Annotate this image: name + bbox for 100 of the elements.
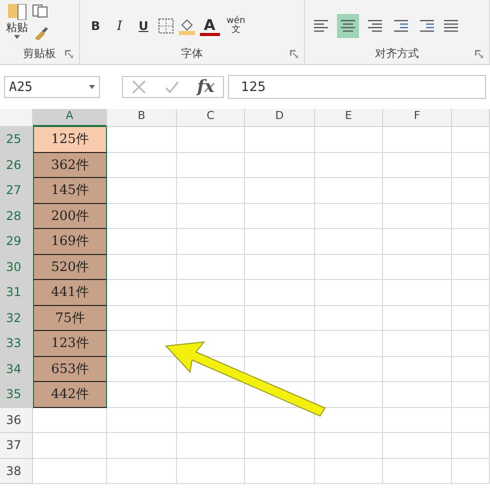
table-cell [177,458,245,484]
font-color-button[interactable]: A [200,16,220,36]
caret-icon [14,34,20,38]
table-cell [452,127,490,152]
check-icon[interactable] [164,79,180,95]
table-cell [177,229,245,254]
table-cell [383,229,452,254]
table-cell [452,204,490,229]
table-cell [315,331,383,356]
table-cell [245,178,315,204]
column-header[interactable]: C [177,109,245,127]
indent-icon [418,19,434,33]
row-header[interactable]: 34 [0,356,33,382]
dialog-launcher-icon[interactable] [290,50,298,58]
indent-icon [392,19,408,33]
table-cell [107,382,177,408]
table-cell [452,433,490,458]
table-cell: 145件 [33,178,107,204]
row-header[interactable]: 33 [0,331,33,356]
table-cell [177,254,245,280]
table-cell [177,152,245,178]
column-header[interactable]: D [245,109,315,127]
table-cell [452,152,490,178]
row-header[interactable]: 28 [0,204,33,229]
table-cell [383,408,452,433]
column-header[interactable]: F [383,109,452,127]
table-cell [315,408,383,433]
table-cell: 125件 [33,127,107,152]
table-cell [383,458,452,484]
clipboard-icon [6,4,28,20]
bold-button[interactable]: B [86,14,106,38]
table-cell [245,229,315,254]
phonetic-button[interactable]: wén 文 [224,14,248,38]
table-cell: 200件 [33,204,107,229]
row-header[interactable]: 31 [0,280,33,306]
insert-function-button[interactable]: fx [197,77,215,97]
align-icon [314,19,330,33]
table-cell [315,229,383,254]
underline-button[interactable]: U [134,14,154,38]
table-cell [383,152,452,178]
row-header[interactable]: 38 [0,458,33,484]
align-icon [366,19,382,33]
table-cell: 169件 [33,229,107,254]
table-cell: 653件 [33,356,107,382]
table-cell [245,433,315,458]
table-cell [452,254,490,280]
table-cell: 520件 [33,254,107,280]
table-cell [107,178,177,204]
table-cell [245,204,315,229]
table-cell [315,458,383,484]
column-header[interactable]: A [33,109,107,127]
table-cell [245,306,315,331]
group-label: 剪贴板 [22,47,56,60]
formula-field[interactable]: 125 [228,75,486,99]
name-box[interactable]: A25 [4,76,100,98]
table-cell [315,178,383,204]
table-cell [107,408,177,433]
table-cell [315,254,383,280]
row-header[interactable]: 37 [0,433,33,458]
table-cell [452,356,490,382]
table-cell [245,356,315,382]
caret-icon [89,85,95,89]
fill-color-icon[interactable] [178,17,196,35]
row-header[interactable]: 26 [0,152,33,178]
table-cell [107,280,177,306]
table-cell [315,152,383,178]
column-header[interactable]: B [107,109,177,127]
dialog-launcher-icon[interactable] [475,50,483,58]
row-header[interactable]: 36 [0,408,33,433]
table-cell [383,254,452,280]
row-header[interactable]: 25 [0,127,33,152]
align-center-button[interactable] [337,14,360,38]
table-cell [107,306,177,331]
table-cell [107,204,177,229]
dialog-launcher-icon[interactable] [64,50,73,58]
table-cell [245,408,315,433]
italic-button[interactable]: I [110,14,130,38]
column-header[interactable]: E [315,109,383,127]
row-header[interactable]: 35 [0,382,33,408]
table-cell [452,306,490,331]
table-cell: 75件 [33,306,107,331]
table-cell [107,152,177,178]
align-icon [340,19,356,33]
table-cell [245,458,315,484]
table-cell: 123件 [33,331,107,356]
table-cell [245,152,315,178]
paste-button[interactable]: 粘贴 [6,4,28,38]
copy-icon[interactable] [32,4,50,18]
row-header[interactable]: 30 [0,254,33,280]
table-cell [107,433,177,458]
table-cell [107,127,177,152]
row-header[interactable]: 27 [0,178,33,204]
table-cell [245,127,315,152]
borders-icon[interactable] [158,18,174,34]
table-cell [177,280,245,306]
table-cell [315,204,383,229]
row-header[interactable]: 29 [0,229,33,254]
table-cell [315,356,383,382]
table-cell [245,280,315,306]
row-header[interactable]: 32 [0,306,33,331]
